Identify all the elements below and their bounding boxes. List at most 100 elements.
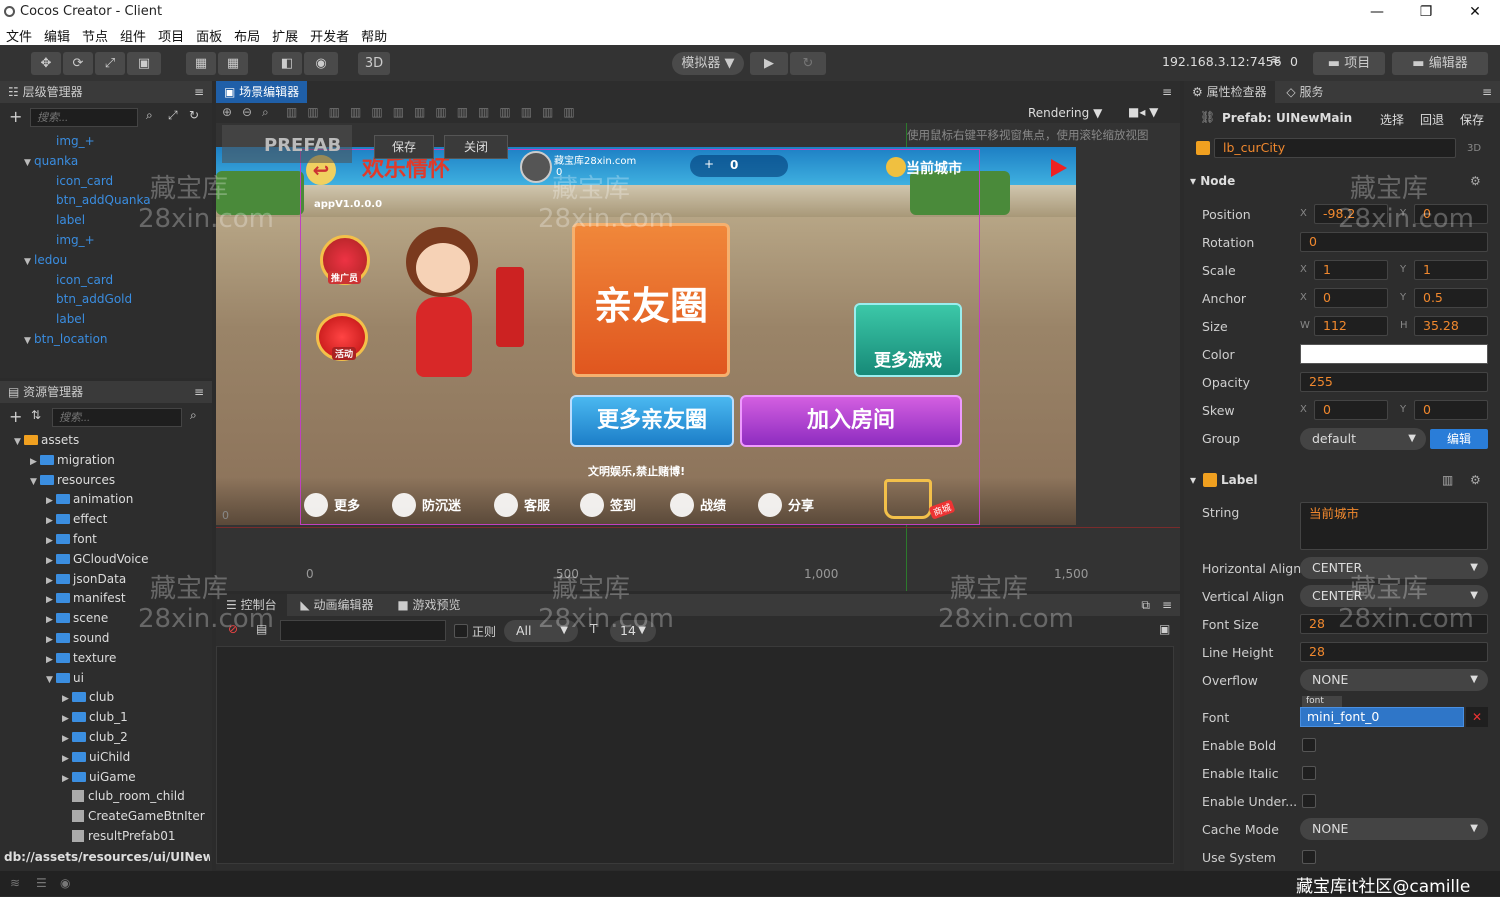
hierarchy-node[interactable]: ▼ quanka [0,152,212,172]
anchor-x-input[interactable]: 0 [1314,288,1388,308]
rect-tool-icon[interactable]: ▣ [127,52,161,75]
skew-y-input[interactable]: 0 [1414,400,1488,420]
menu-layout[interactable]: 布局 [228,24,266,45]
refresh-icon[interactable]: ↻ [189,108,199,122]
expand-arrow-icon[interactable]: ▶ [62,730,72,750]
expand-arrow-icon[interactable]: ▶ [62,710,72,730]
zoom-reset-icon[interactable]: ⌕ [262,105,269,120]
asset-item[interactable]: club_room_child [0,787,212,807]
asset-item[interactable]: ▶ uiGame [0,768,212,788]
group-select[interactable]: default [1300,428,1426,450]
asset-item[interactable]: ▼ resources [0,471,212,491]
font-asset-field[interactable]: mini_font_0 [1300,707,1464,727]
asset-item[interactable]: ▶ club [0,688,212,708]
open-project-button[interactable]: ▬ 项目 [1313,52,1385,75]
add-asset-icon[interactable]: + [9,407,22,426]
panel-menu-icon[interactable]: ≡ [1482,81,1492,103]
asset-item[interactable]: ▶ uiChild [0,748,212,768]
align-tools-icon[interactable]: ▥▥▥▥▥▥▥▥▥▥▥▥▥▥ [286,105,585,119]
asset-item[interactable]: ▶ animation [0,490,212,510]
expand-arrow-icon[interactable]: ▼ [24,154,34,174]
scale-y-input[interactable]: 1 [1414,260,1488,280]
expand-arrow-icon[interactable]: ▶ [46,611,56,631]
rendering-select[interactable]: Rendering ▼ [1028,106,1102,120]
expand-arrow-icon[interactable]: ▶ [46,552,56,572]
bold-checkbox[interactable] [1302,738,1316,752]
toggle-3d-button[interactable]: 3D [358,52,390,75]
use-system-checkbox[interactable] [1302,850,1316,864]
asset-item[interactable]: CreateGameBtnIter [0,807,212,827]
camera-icon[interactable]: ■◂ ▼ [1128,105,1158,119]
prefab-save-button[interactable]: 保存 [1460,111,1484,128]
panel-menu-icon[interactable]: ≡ [194,381,212,403]
hierarchy-node[interactable]: icon_card [0,271,212,291]
assets-search-input[interactable] [52,408,182,427]
string-textarea[interactable]: 当前城市 [1300,502,1488,550]
asset-item[interactable]: ▶ effect [0,510,212,530]
zoom-out-icon[interactable]: ⊖ [242,105,252,119]
search-icon[interactable]: ⌕ [190,408,197,423]
settings-gear-icon[interactable]: ⚙ [1470,473,1481,487]
expand-arrow-icon[interactable]: ▶ [46,631,56,651]
menu-project[interactable]: 项目 [152,24,190,45]
italic-checkbox[interactable] [1302,766,1316,780]
underline-checkbox[interactable] [1302,794,1316,808]
hierarchy-node[interactable]: btn_addGold [0,290,212,310]
minimize-icon[interactable]: — [1354,0,1400,24]
node-name-input[interactable]: lb_curCity [1214,138,1456,158]
cache-mode-select[interactable]: NONE [1300,818,1488,840]
menu-component[interactable]: 组件 [114,24,152,45]
menu-panel[interactable]: 面板 [190,24,228,45]
panel-menu-icon[interactable]: ≡ [1162,81,1172,103]
console-filter-input[interactable] [280,620,446,641]
sort-icon[interactable]: ⇅ [31,408,41,422]
prefab-save-button[interactable]: 保存 [374,135,434,159]
asset-item[interactable]: ▶ club_2 [0,728,212,748]
scale-x-input[interactable]: 1 [1314,260,1388,280]
zoom-in-icon[interactable]: ⊕ [222,105,232,119]
menu-help[interactable]: 帮助 [355,24,393,45]
tab-inspector[interactable]: ⚙ 属性检查器 [1184,81,1275,103]
snap-icon[interactable]: ◉ [304,52,338,75]
play-icon[interactable]: ▶ [750,52,788,75]
label-enabled-checkbox[interactable] [1203,473,1217,487]
tab-scene-editor[interactable]: ▣ 场景编辑器 [216,81,308,103]
asset-item[interactable]: ▼ assets [0,431,212,451]
expand-arrow-icon[interactable]: ▶ [62,750,72,770]
scale-tool-icon[interactable]: ⤢ [95,52,125,75]
expand-arrow-icon[interactable]: ▼ [46,671,56,691]
popout-icon[interactable]: ⧉ [1141,594,1150,616]
tab-game-preview[interactable]: ■ 游戏预览 [387,594,470,616]
asset-item[interactable]: ▼ ui [0,669,212,689]
menu-developer[interactable]: 开发者 [304,24,355,45]
expand-arrow-icon[interactable]: ▼ [24,332,34,352]
group-edit-button[interactable]: 编辑 [1430,429,1488,449]
overflow-select[interactable]: NONE [1300,669,1488,691]
close-icon[interactable]: ✕ [1452,0,1498,24]
label-section-header[interactable]: ▾ [1190,473,1196,487]
expand-arrow-icon[interactable]: ▼ [24,253,34,273]
color-swatch[interactable] [1300,344,1488,364]
search-icon[interactable]: ⌕ [146,108,153,123]
hierarchy-node[interactable]: ▼ ledou [0,251,212,271]
add-node-icon[interactable]: + [9,107,22,126]
prefab-select-button[interactable]: 选择 [1380,111,1404,128]
refresh-icon[interactable]: ↻ [790,52,826,75]
asset-item[interactable]: resultPrefab01 [0,827,212,847]
settings-gear-icon[interactable]: ⚙ [1470,174,1481,188]
size-h-input[interactable]: 35.28 [1414,316,1488,336]
panel-menu-icon[interactable]: ≡ [1162,594,1172,616]
expand-icon[interactable]: ⤢ [168,108,178,123]
skew-x-input[interactable]: 0 [1314,400,1388,420]
regex-checkbox[interactable] [454,624,468,638]
opacity-input[interactable]: 255 [1300,372,1488,392]
expand-arrow-icon[interactable]: ▶ [46,651,56,671]
anchor-y-input[interactable]: 0.5 [1414,288,1488,308]
asset-item[interactable]: ▶ GCloudVoice [0,550,212,570]
move-tool-icon[interactable]: ✥ [31,52,61,75]
collapse-icon[interactable]: ▣ [1159,622,1170,636]
asset-item[interactable]: ▶ club_1 [0,708,212,728]
asset-item[interactable]: ▶ font [0,530,212,550]
hierarchy-node[interactable]: label [0,310,212,330]
asset-item[interactable]: ▶ texture [0,649,212,669]
